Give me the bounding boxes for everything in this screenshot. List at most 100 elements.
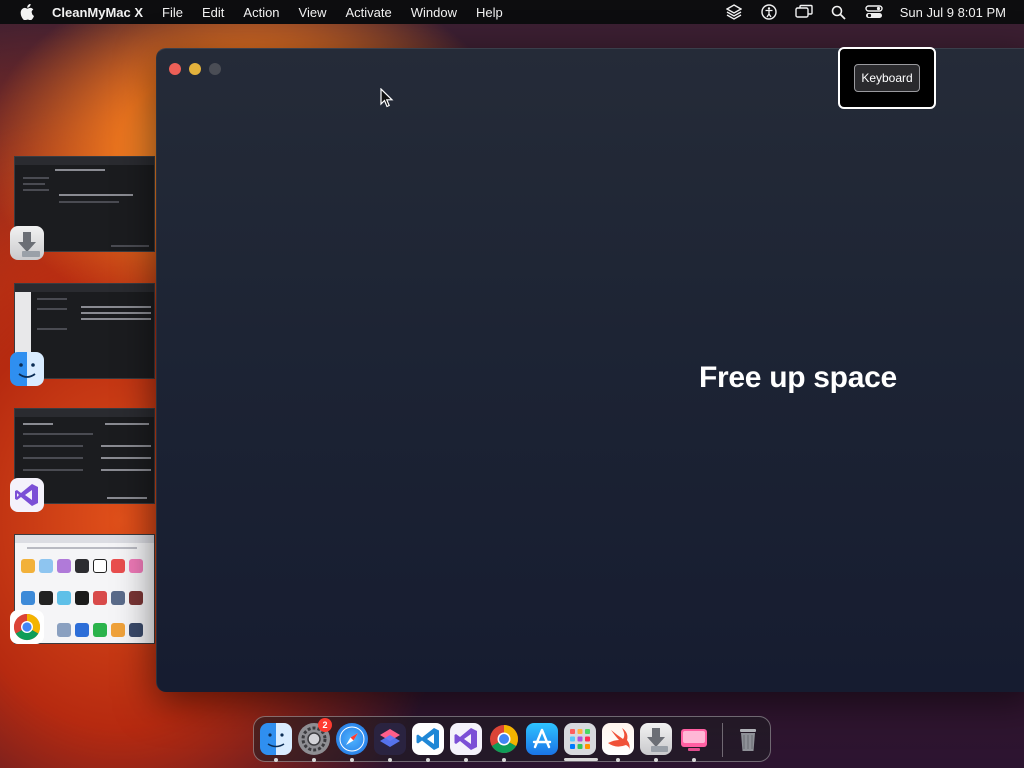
thumb-line bbox=[23, 457, 83, 459]
app-grid-icon bbox=[39, 559, 53, 573]
dock: 2 bbox=[253, 716, 771, 762]
installer-app-icon bbox=[10, 226, 44, 260]
spotlight-search-icon[interactable] bbox=[830, 3, 848, 21]
thumb-line bbox=[59, 201, 119, 203]
running-indicator bbox=[312, 758, 316, 762]
window-zoom-button[interactable] bbox=[209, 63, 221, 75]
app-grid-icon bbox=[93, 559, 107, 573]
thumb-line bbox=[101, 457, 151, 459]
menu-help[interactable]: Help bbox=[476, 5, 503, 20]
dock-safari-icon[interactable] bbox=[336, 723, 368, 755]
running-indicator bbox=[502, 758, 506, 762]
thumb-titlebar bbox=[15, 284, 154, 292]
thumb-line bbox=[23, 469, 83, 471]
chrome-app-icon bbox=[10, 610, 44, 644]
thumb-line bbox=[101, 469, 151, 471]
thumb-line bbox=[27, 547, 137, 549]
app-grid-icon bbox=[129, 591, 143, 605]
dock-finder-icon[interactable] bbox=[260, 723, 292, 755]
dock-chrome-icon[interactable] bbox=[488, 723, 520, 755]
finder-app-icon bbox=[10, 352, 44, 386]
thumb-titlebar bbox=[15, 535, 154, 543]
menu-window[interactable]: Window bbox=[411, 5, 457, 20]
thumb-line bbox=[81, 312, 151, 314]
dock-vscode-icon[interactable] bbox=[412, 723, 444, 755]
visual-studio-app-icon bbox=[10, 478, 44, 512]
app-grid-icon bbox=[111, 559, 125, 573]
app-grid-icon bbox=[75, 591, 89, 605]
app-grid-icon bbox=[111, 623, 125, 637]
dock-trash-icon[interactable] bbox=[732, 723, 764, 755]
thumb-line bbox=[59, 194, 133, 196]
app-grid-icon bbox=[93, 591, 107, 605]
thumb-line bbox=[23, 189, 49, 191]
cleanmymac-window: Free up space bbox=[156, 48, 1024, 692]
dock-visual-studio-icon[interactable] bbox=[450, 723, 482, 755]
dock-swift-icon[interactable] bbox=[602, 723, 634, 755]
launchpad-indicator bbox=[564, 758, 598, 761]
dock-app-store-icon[interactable] bbox=[526, 723, 558, 755]
dock-separator bbox=[722, 723, 723, 757]
dock-launchpad-icon[interactable] bbox=[564, 723, 596, 755]
thumb-titlebar bbox=[15, 157, 154, 165]
thumb-line bbox=[81, 306, 151, 308]
window-close-button[interactable] bbox=[169, 63, 181, 75]
onboarding-headline: Free up space bbox=[699, 361, 897, 394]
running-indicator bbox=[692, 758, 696, 762]
app-grid-icon bbox=[39, 591, 53, 605]
app-grid-icon bbox=[21, 559, 35, 573]
app-grid-icon bbox=[75, 623, 89, 637]
running-indicator bbox=[274, 758, 278, 762]
app-grid-icon bbox=[129, 623, 143, 637]
window-minimize-button[interactable] bbox=[189, 63, 201, 75]
dock-installer-icon[interactable] bbox=[640, 723, 672, 755]
thumb-line bbox=[37, 328, 67, 330]
thumb-line bbox=[81, 318, 151, 320]
menu-app-name[interactable]: CleanMyMac X bbox=[52, 5, 143, 20]
accessibility-icon[interactable] bbox=[760, 3, 778, 21]
status-area: Sun Jul 9 8:01 PM bbox=[708, 0, 1006, 24]
app-grid-icon bbox=[93, 623, 107, 637]
app-grid-icon bbox=[75, 559, 89, 573]
control-center-icon[interactable] bbox=[865, 3, 883, 21]
menu-view[interactable]: View bbox=[299, 5, 327, 20]
thumb-line bbox=[105, 423, 149, 425]
dock-system-settings-icon[interactable]: 2 bbox=[298, 718, 332, 755]
running-indicator bbox=[616, 758, 620, 762]
app-grid-icon bbox=[57, 591, 71, 605]
dock-cleanmymac-icon[interactable] bbox=[678, 723, 710, 755]
running-indicator bbox=[654, 758, 658, 762]
menu-file[interactable]: File bbox=[162, 5, 183, 20]
app-grid-icon bbox=[57, 623, 71, 637]
thumb-line bbox=[23, 433, 93, 435]
dock-shortcuts-icon[interactable] bbox=[374, 723, 406, 755]
app-grid-icon bbox=[111, 591, 125, 605]
keyboard-overlay: Keyboard bbox=[838, 47, 936, 109]
app-grid-icon bbox=[129, 559, 143, 573]
keyboard-button[interactable]: Keyboard bbox=[854, 64, 920, 92]
mouse-pointer-icon bbox=[380, 87, 394, 108]
menu-action[interactable]: Action bbox=[243, 5, 279, 20]
running-indicator bbox=[350, 758, 354, 762]
thumb-line bbox=[23, 445, 83, 447]
running-indicator bbox=[426, 758, 430, 762]
thumb-line bbox=[23, 177, 49, 179]
thumb-titlebar bbox=[15, 409, 154, 417]
thumb-line bbox=[111, 245, 149, 247]
running-indicator bbox=[388, 758, 392, 762]
notification-badge: 2 bbox=[318, 718, 332, 732]
menu-clock[interactable]: Sun Jul 9 8:01 PM bbox=[900, 5, 1006, 20]
thumb-line bbox=[107, 497, 147, 499]
menu-activate[interactable]: Activate bbox=[346, 5, 392, 20]
thumb-line bbox=[101, 445, 151, 447]
layers-icon[interactable] bbox=[725, 3, 743, 21]
thumb-line bbox=[37, 308, 67, 310]
thumb-line bbox=[37, 298, 67, 300]
thumb-line bbox=[23, 423, 53, 425]
menu-bar: CleanMyMac X File Edit Action View Activ… bbox=[0, 0, 1024, 24]
thumb-line bbox=[55, 169, 105, 171]
thumb-line bbox=[23, 183, 45, 185]
screen-mirroring-icon[interactable] bbox=[795, 3, 813, 21]
apple-menu-icon[interactable] bbox=[18, 3, 36, 21]
menu-edit[interactable]: Edit bbox=[202, 5, 224, 20]
